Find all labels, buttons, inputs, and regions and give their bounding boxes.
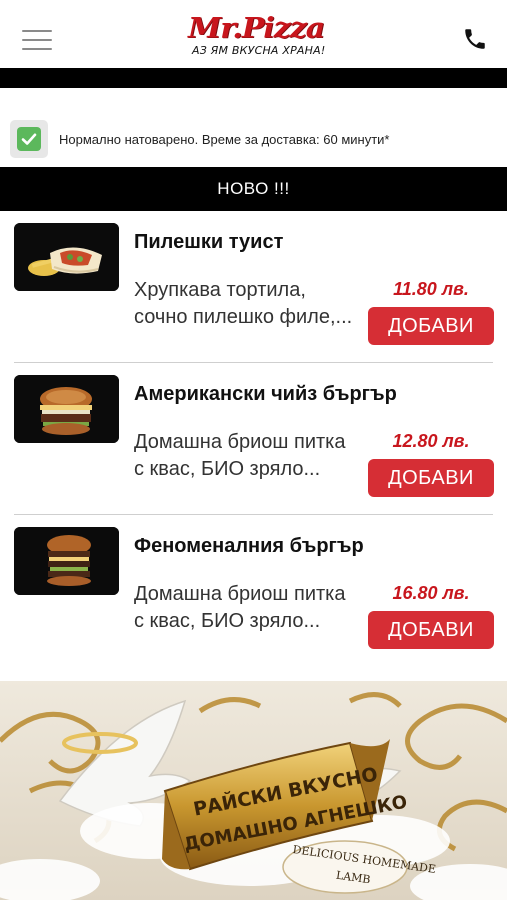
product-description: Домашна бриош питка с квас, БИО зряло... [134,431,346,480]
product-image[interactable] [14,527,119,595]
brand-logo[interactable]: Mr.Pizza АЗ ЯМ ВКУСНА ХРАНА! [182,12,330,64]
section-header-new: НОВО !!! [0,167,507,211]
product-item: Феноменалния бъргър Домашна бриош питка … [0,515,507,667]
menu-line [22,39,52,41]
header-divider-bar [0,68,507,88]
product-price: 16.80 лв. [392,583,470,603]
add-to-cart-button[interactable]: ДОБАВИ [368,459,494,497]
hamburger-menu-icon[interactable] [22,28,52,52]
product-price: 11.80 лв. [393,279,469,299]
top-bar: Mr.Pizza АЗ ЯМ ВКУСНА ХРАНА! [0,0,507,68]
product-name: Феноменалния бъргър [134,535,364,557]
check-icon [17,127,41,151]
product-description: Хрупкава тортила, сочно пилешко филе,... [134,279,353,328]
delivery-status: Нормално натоварено. Време за доставка: … [0,116,507,160]
phone-icon[interactable] [462,26,488,52]
add-to-cart-button[interactable]: ДОБАВИ [368,611,494,649]
logo-tagline: АЗ ЯМ ВКУСНА ХРАНА! [192,44,326,57]
menu-line [22,30,52,32]
logo-text: Mr.Pizza [188,12,325,45]
product-description: Домашна бриош питка с квас, БИО зряло... [134,583,346,632]
product-name: Американски чийз бъргър [134,383,397,405]
product-image[interactable] [14,223,119,291]
add-to-cart-button[interactable]: ДОБАВИ [368,307,494,345]
delivery-status-text: Нормално натоварено. Време за доставка: … [59,132,390,147]
product-item: Американски чийз бъргър Домашна бриош пи… [0,363,507,515]
product-name: Пилешки туист [134,231,284,253]
promo-banner[interactable]: РАЙСКИ ВКУСНО ДОМАШНО АГНЕШКО DELICIOUS … [0,681,507,900]
product-price: 12.80 лв. [392,431,470,451]
product-item: Пилешки туист Хрупкава тортила, сочно пи… [0,211,507,363]
product-image[interactable] [14,375,119,443]
status-checkbox[interactable] [10,120,48,158]
menu-line [22,48,52,50]
